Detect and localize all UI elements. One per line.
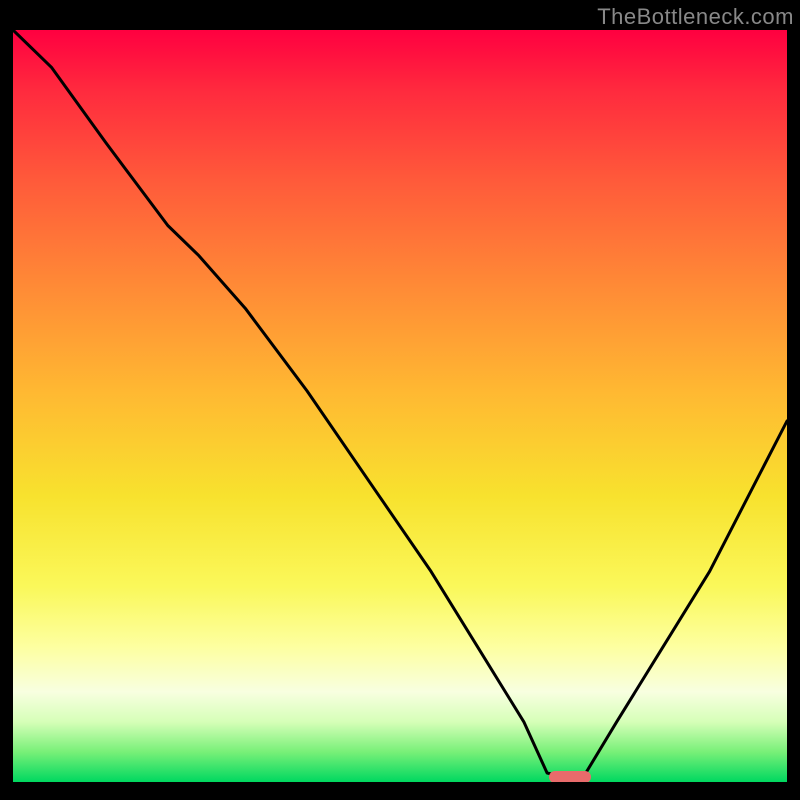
bottleneck-curve-path [13,30,787,778]
bottleneck-curve [13,30,787,782]
plot-area [13,30,787,782]
x-axis [0,782,800,800]
y-axis [0,0,13,800]
watermark-text: TheBottleneck.com [597,4,794,30]
optimal-marker [549,771,591,782]
